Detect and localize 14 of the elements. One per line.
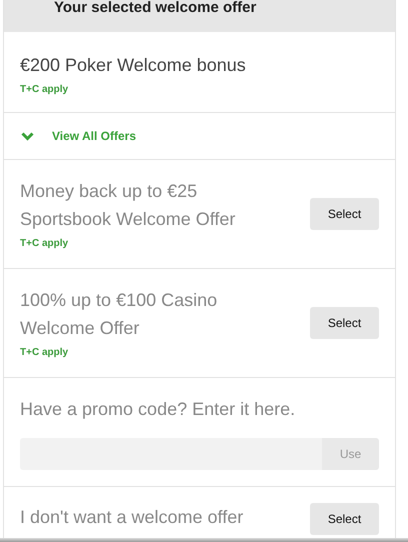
view-all-offers-link[interactable]: View All Offers bbox=[4, 113, 395, 160]
no-offer-label: I don't want a welcome offer bbox=[20, 506, 244, 529]
terms-link[interactable]: T+C apply bbox=[20, 238, 68, 249]
select-button[interactable]: Select bbox=[310, 198, 379, 230]
selected-offer-title: €200 Poker Welcome bonus bbox=[20, 54, 247, 77]
offer-title: 100% up to €100 Casino Welcome Offer bbox=[20, 289, 218, 340]
chevron-icon bbox=[21, 132, 34, 140]
select-button[interactable]: Select bbox=[310, 307, 379, 339]
promo-prompt: Have a promo code? Enter it here. bbox=[20, 398, 296, 421]
offer-title: Money back up to €25 Sportsbook Welcome Offer bbox=[20, 180, 236, 231]
header-title: Your selected welcome offer bbox=[54, 0, 256, 15]
terms-link[interactable]: T+C apply bbox=[20, 84, 68, 95]
select-button[interactable]: Select bbox=[310, 503, 379, 535]
terms-link[interactable]: T+C apply bbox=[20, 347, 68, 358]
